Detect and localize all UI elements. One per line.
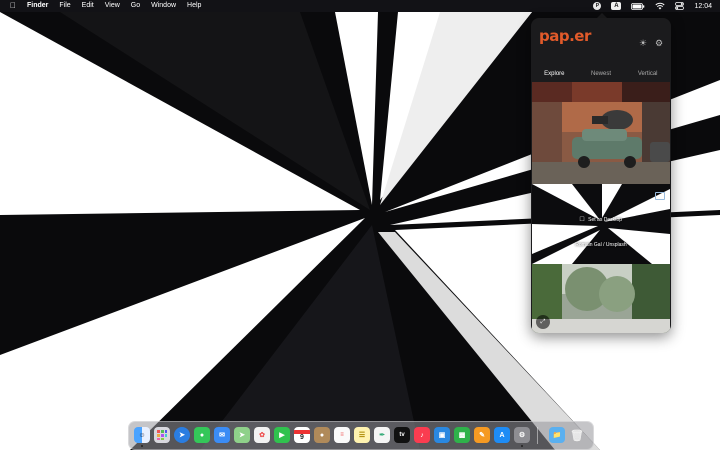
maps-icon[interactable]: ➤ xyxy=(234,427,250,443)
wallpaper-thumbnail[interactable] xyxy=(532,264,670,333)
tab-explore[interactable]: Explore xyxy=(531,71,578,86)
dock-divider xyxy=(537,427,538,444)
photos-icon[interactable]: ✿ xyxy=(254,427,270,443)
battery-icon[interactable] xyxy=(631,2,645,10)
input-source-icon[interactable]: A xyxy=(611,2,622,10)
app-name-menu[interactable]: Finder xyxy=(27,0,48,12)
wifi-icon[interactable] xyxy=(655,2,666,10)
fullscreen-icon[interactable]: ⤢ xyxy=(536,315,550,329)
calendar-day: 9 xyxy=(300,433,304,441)
monitor-icon: □ xyxy=(579,216,585,223)
calendar-icon[interactable]: 9 xyxy=(294,427,310,443)
paper-popover: pap.er ☀ ⚙ Explore Newest Vertical □ Set… xyxy=(531,18,671,333)
facetime-icon[interactable]: ▶ xyxy=(274,427,290,443)
dock: ☺ ➤ ● ✉ ➤ ✿ ▶ 9 ● ≡ ☰ ✒ tv ♪ ▣ ▩ ✎ A ⚙ 📁… xyxy=(128,421,594,450)
set-as-desktop-button[interactable]: □ Set as Desktop xyxy=(531,216,671,223)
menu-clock[interactable]: 12:04 xyxy=(694,3,712,10)
control-center-icon[interactable] xyxy=(675,2,685,10)
apple-tv-icon[interactable]: tv xyxy=(394,427,410,443)
paper-logo: pap.er xyxy=(539,27,591,45)
download-icon[interactable] xyxy=(655,192,665,200)
menu-help[interactable]: Help xyxy=(187,0,201,12)
messages-icon[interactable]: ● xyxy=(194,427,210,443)
menu-go[interactable]: Go xyxy=(131,0,140,12)
photo-credit[interactable]: Romain Gal / Unsplash xyxy=(531,242,671,248)
keynote-icon[interactable]: ▣ xyxy=(434,427,450,443)
safari-icon[interactable]: ➤ xyxy=(174,427,190,443)
contacts-icon[interactable]: ● xyxy=(314,427,330,443)
mail-icon[interactable]: ✉ xyxy=(214,427,230,443)
menu-window[interactable]: Window xyxy=(151,0,176,12)
menu-file[interactable]: File xyxy=(59,0,70,12)
notes-icon[interactable]: ☰ xyxy=(354,427,370,443)
set-desktop-label: Set as Desktop xyxy=(588,216,623,223)
tab-vertical[interactable]: Vertical xyxy=(624,71,671,81)
numbers-icon[interactable]: ▩ xyxy=(454,427,470,443)
wallpaper-thumbnail[interactable] xyxy=(532,102,670,184)
trash-icon[interactable]: 🗑 xyxy=(569,427,585,443)
wallpaper-thumbnail[interactable] xyxy=(532,82,670,102)
apple-tv-label: tv xyxy=(399,432,405,438)
launchpad-icon[interactable] xyxy=(154,427,170,443)
running-indicator xyxy=(141,445,143,447)
gear-icon[interactable]: ⚙ xyxy=(654,38,664,48)
tab-newest[interactable]: Newest xyxy=(578,71,625,81)
running-indicator xyxy=(521,445,523,447)
music-icon[interactable]: ♪ xyxy=(414,427,430,443)
system-settings-icon[interactable]: ⚙ xyxy=(514,427,530,443)
tab-bar: Explore Newest Vertical xyxy=(531,71,671,86)
wallpaper-thumbnail[interactable] xyxy=(532,184,670,264)
menu-edit[interactable]: Edit xyxy=(82,0,94,12)
reminders-icon[interactable]: ≡ xyxy=(334,427,350,443)
freeform-icon[interactable]: ✒ xyxy=(374,427,390,443)
apple-icon[interactable]:  xyxy=(10,0,16,12)
menu-bar:  Finder File Edit View Go Window Help P… xyxy=(0,0,720,12)
menu-view[interactable]: View xyxy=(105,0,120,12)
brightness-icon[interactable]: ☀ xyxy=(638,38,648,48)
finder-icon[interactable]: ☺ xyxy=(134,427,150,443)
pages-icon[interactable]: ✎ xyxy=(474,427,490,443)
wallpaper-feed[interactable]: □ Set as Desktop Romain Gal / Unsplash ⤢ xyxy=(531,82,671,333)
app-store-icon[interactable]: A xyxy=(494,427,510,443)
downloads-folder-icon[interactable]: 📁 xyxy=(549,427,565,443)
paper-status-icon[interactable]: P xyxy=(593,2,602,10)
